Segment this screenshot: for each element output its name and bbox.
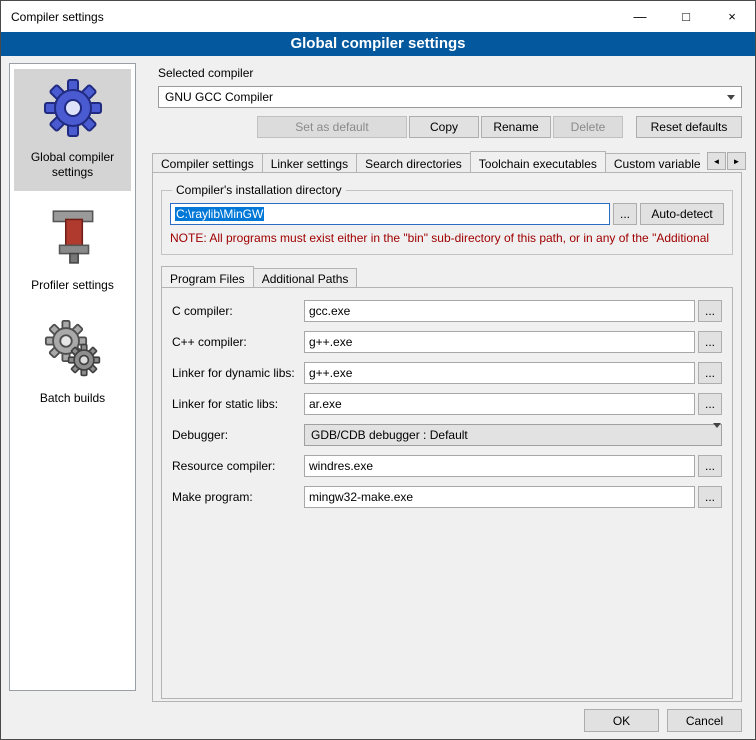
- toolchain-executables-panel: Compiler's installation directory C:\ray…: [152, 172, 742, 702]
- cpp-compiler-browse-button[interactable]: ...: [698, 331, 722, 353]
- compiler-select-value: GNU GCC Compiler: [159, 90, 721, 104]
- static-linker-input[interactable]: ar.exe: [304, 393, 695, 415]
- debugger-row: Debugger: GDB/CDB debugger : Default: [172, 424, 722, 446]
- gray-gears-icon: [43, 319, 103, 379]
- static-linker-row: Linker for static libs: ar.exe ...: [172, 393, 722, 415]
- close-button[interactable]: ×: [709, 1, 755, 32]
- sidebar-item-label: Profiler settings: [31, 278, 114, 293]
- resource-compiler-browse-button[interactable]: ...: [698, 455, 722, 477]
- tab-custom-variables[interactable]: Custom variables: [605, 153, 700, 172]
- sidebar-item-batch-builds[interactable]: Batch builds: [14, 310, 131, 417]
- static-linker-label: Linker for static libs:: [172, 397, 304, 411]
- main-panel: Selected compiler GNU GCC Compiler Set a…: [152, 61, 742, 702]
- title-bar: Compiler settings — □ ×: [1, 1, 755, 32]
- debugger-label: Debugger:: [172, 428, 304, 442]
- set-as-default-button: Set as default: [257, 116, 407, 138]
- installation-directory-group: Compiler's installation directory C:\ray…: [161, 183, 733, 255]
- tab-scroll-right-icon[interactable]: ►: [727, 152, 746, 170]
- sidebar-item-global-compiler-settings[interactable]: Global compiler settings: [14, 69, 131, 191]
- resource-compiler-label: Resource compiler:: [172, 459, 304, 473]
- tab-compiler-settings[interactable]: Compiler settings: [152, 153, 263, 172]
- maximize-button[interactable]: □: [663, 1, 709, 32]
- resource-compiler-row: Resource compiler: windres.exe ...: [172, 455, 722, 477]
- cpp-compiler-label: C++ compiler:: [172, 335, 304, 349]
- dynamic-linker-browse-button[interactable]: ...: [698, 362, 722, 384]
- dynamic-linker-input[interactable]: g++.exe: [304, 362, 695, 384]
- tab-program-files[interactable]: Program Files: [161, 266, 254, 287]
- delete-button: Delete: [553, 116, 623, 138]
- dialog-footer: OK Cancel: [584, 709, 742, 732]
- settings-tabstrip: Compiler settings Linker settings Search…: [152, 150, 742, 172]
- tab-linker-settings[interactable]: Linker settings: [262, 153, 357, 172]
- chevron-down-icon: [713, 428, 721, 442]
- c-compiler-row: C compiler: gcc.exe ...: [172, 300, 722, 322]
- static-linker-browse-button[interactable]: ...: [698, 393, 722, 415]
- selected-compiler-label: Selected compiler: [158, 66, 742, 80]
- blue-gear-icon: [43, 78, 103, 138]
- sidebar-item-label: Batch builds: [40, 391, 105, 406]
- debugger-select-value: GDB/CDB debugger : Default: [305, 428, 713, 442]
- c-compiler-input[interactable]: gcc.exe: [304, 300, 695, 322]
- settings-category-sidebar: Global compiler settings Profiler settin…: [9, 63, 136, 691]
- tab-additional-paths[interactable]: Additional Paths: [253, 268, 358, 287]
- debugger-select[interactable]: GDB/CDB debugger : Default: [304, 424, 722, 446]
- c-compiler-label: C compiler:: [172, 304, 304, 318]
- c-compiler-browse-button[interactable]: ...: [698, 300, 722, 322]
- tab-scroll-left-icon[interactable]: ◄: [707, 152, 726, 170]
- make-program-row: Make program: mingw32-make.exe ...: [172, 486, 722, 508]
- bin-subdirectory-note: NOTE: All programs must exist either in …: [170, 231, 724, 245]
- minimize-button[interactable]: —: [617, 1, 663, 32]
- resource-compiler-input[interactable]: windres.exe: [304, 455, 695, 477]
- compiler-select[interactable]: GNU GCC Compiler: [158, 86, 742, 108]
- inner-tabs-wrap: Program Files Additional Paths: [161, 266, 709, 287]
- tab-scroll-buttons: ◄ ►: [707, 152, 746, 170]
- sidebar-item-profiler-settings[interactable]: Profiler settings: [14, 197, 131, 304]
- make-program-browse-button[interactable]: ...: [698, 486, 722, 508]
- tabs-wrap: Compiler settings Linker settings Search…: [152, 151, 700, 172]
- tab-toolchain-executables[interactable]: Toolchain executables: [470, 151, 606, 172]
- copy-button[interactable]: Copy: [409, 116, 479, 138]
- reset-defaults-button[interactable]: Reset defaults: [636, 116, 742, 138]
- selected-text: C:\raylib\MinGW: [175, 207, 264, 221]
- program-files-tabstrip: Program Files Additional Paths: [161, 265, 733, 287]
- program-files-panel: C compiler: gcc.exe ... C++ compiler: g+…: [161, 287, 733, 699]
- make-program-label: Make program:: [172, 490, 304, 504]
- dynamic-linker-label: Linker for dynamic libs:: [172, 366, 304, 380]
- window-controls: — □ ×: [617, 1, 755, 32]
- chevron-down-icon: [721, 95, 741, 100]
- installation-directory-row: C:\raylib\MinGW ... Auto-detect: [170, 203, 724, 225]
- cpp-compiler-input[interactable]: g++.exe: [304, 331, 695, 353]
- browse-directory-button[interactable]: ...: [613, 203, 637, 225]
- rename-button[interactable]: Rename: [481, 116, 551, 138]
- tab-search-directories[interactable]: Search directories: [356, 153, 471, 172]
- installation-directory-input[interactable]: C:\raylib\MinGW: [170, 203, 610, 225]
- page-title: Global compiler settings: [1, 32, 755, 56]
- cancel-button[interactable]: Cancel: [667, 709, 742, 732]
- sidebar-item-label: Global compiler settings: [16, 150, 129, 180]
- compiler-actions: Set as default Copy Rename Delete Reset …: [158, 116, 742, 138]
- make-program-input[interactable]: mingw32-make.exe: [304, 486, 695, 508]
- cpp-compiler-row: C++ compiler: g++.exe ...: [172, 331, 722, 353]
- ok-button[interactable]: OK: [584, 709, 659, 732]
- installation-directory-label: Compiler's installation directory: [172, 183, 346, 197]
- window-title: Compiler settings: [1, 10, 104, 24]
- selected-compiler-section: Selected compiler GNU GCC Compiler Set a…: [152, 61, 742, 138]
- dynamic-linker-row: Linker for dynamic libs: g++.exe ...: [172, 362, 722, 384]
- profiler-tool-icon: [43, 206, 103, 266]
- auto-detect-button[interactable]: Auto-detect: [640, 203, 724, 225]
